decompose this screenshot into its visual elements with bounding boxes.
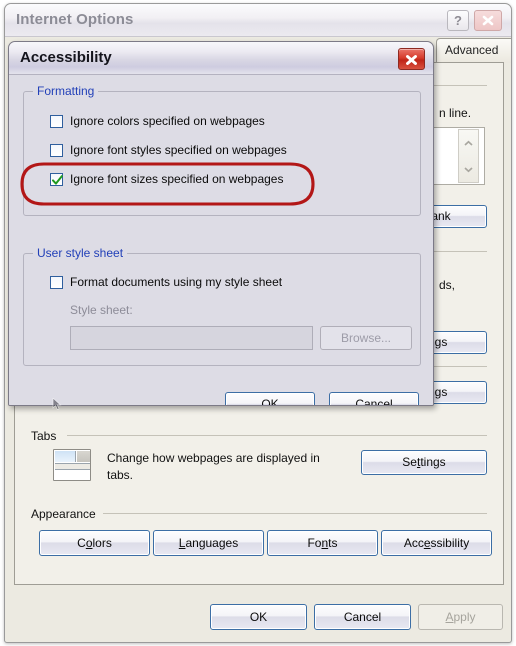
tab-advanced[interactable]: Advanced — [436, 38, 511, 63]
screenshot-root: Internet Options ? Advanced n line. n — [0, 0, 516, 646]
tabs-icon — [53, 449, 91, 481]
tabs-group-line — [67, 435, 487, 436]
accessibility-accel: e — [423, 536, 431, 550]
fonts-button[interactable]: Fonts — [267, 530, 378, 556]
colors-button[interactable]: Colors — [39, 530, 150, 556]
accessibility-suffix: ssibility — [430, 536, 470, 550]
accessibility-dialog-title: Accessibility — [20, 49, 112, 66]
checkbox-label: Ignore font styles specified on webpages — [70, 143, 287, 157]
checkbox-label: Format documents using my style sheet — [70, 275, 283, 289]
tabs-icon-inactive-tab — [77, 451, 90, 462]
languages-button[interactable]: Languages — [153, 530, 264, 556]
tabs-description-line2: tabs. — [107, 468, 134, 482]
spinner-down-button[interactable] — [459, 156, 478, 182]
internet-options-titlebar[interactable]: Internet Options ? — [5, 4, 511, 37]
appearance-group-label: Appearance — [31, 507, 96, 521]
accessibility-dialog: Accessibility Formatting Ignore colors s… — [8, 41, 434, 406]
accessibility-cancel-button[interactable]: Cancel — [329, 392, 419, 405]
accessibility-prefix: Acc — [403, 536, 424, 550]
colors-accel: o — [85, 536, 93, 550]
spinner-up-button[interactable] — [459, 130, 478, 156]
checkbox-label: Ignore font sizes specified on webpages — [70, 172, 284, 186]
checkbox-box[interactable] — [50, 172, 63, 186]
tabs-group-label: Tabs — [31, 429, 57, 443]
accessibility-dialog-body: Formatting Ignore colors specified on we… — [9, 75, 433, 405]
apply-accel: A — [445, 610, 454, 624]
tabs-settings-suffix: tings — [420, 455, 446, 469]
tabs-description-line1: Change how webpages are displayed in — [107, 451, 320, 465]
checkbox-ignore-colors[interactable]: Ignore colors specified on webpages — [50, 114, 265, 128]
browse-button[interactable]: Browse... — [320, 326, 412, 350]
chevron-down-icon — [464, 166, 473, 172]
checkbox-box[interactable] — [50, 114, 63, 128]
close-icon — [406, 55, 417, 65]
user-style-sheet-group-legend: User style sheet — [33, 246, 128, 260]
style-sheet-path-input[interactable] — [70, 326, 313, 350]
checkbox-label: Ignore colors specified on webpages — [70, 114, 265, 128]
home-page-description-partial: n line. — [439, 106, 472, 120]
style-sheet-field-label: Style sheet: — [70, 303, 133, 317]
mouse-cursor-icon — [52, 398, 62, 411]
apply-suffix: pply — [453, 610, 476, 624]
internet-options-cancel-button[interactable]: Cancel — [314, 604, 411, 630]
accessibility-close-button[interactable] — [398, 48, 425, 70]
tabs-icon-active-tab — [55, 451, 76, 462]
accessibility-button[interactable]: Accessibility — [381, 530, 492, 556]
checkbox-ignore-font-sizes[interactable]: Ignore font sizes specified on webpages — [50, 172, 283, 186]
window-close-button[interactable] — [474, 10, 502, 31]
internet-options-title: Internet Options — [16, 11, 134, 28]
formatting-group-legend: Formatting — [33, 84, 99, 98]
checkbox-box[interactable] — [50, 143, 63, 157]
checkmark-icon — [52, 174, 63, 185]
checkbox-format-documents[interactable]: Format documents using my style sheet — [50, 275, 282, 289]
colors-prefix: C — [77, 536, 86, 550]
close-icon — [482, 15, 494, 26]
chevron-up-icon — [464, 140, 473, 146]
fonts-prefix: Fo — [307, 536, 322, 550]
tabs-settings-button[interactable]: Settings — [361, 450, 487, 475]
home-page-spinner[interactable] — [458, 129, 479, 183]
checkbox-box[interactable] — [50, 275, 63, 289]
accessibility-ok-button[interactable]: OK — [225, 392, 315, 405]
tabs-icon-body — [55, 463, 90, 470]
internet-options-apply-button[interactable]: Apply — [418, 604, 503, 630]
internet-options-ok-button[interactable]: OK — [210, 604, 307, 630]
help-icon[interactable]: ? — [447, 10, 469, 31]
fonts-suffix: ts — [328, 536, 338, 550]
tabs-settings-prefix: Se — [402, 455, 417, 469]
browsing-history-description-partial: ds, — [439, 278, 456, 292]
colors-suffix: lors — [92, 536, 112, 550]
appearance-group-line — [103, 513, 487, 514]
languages-suffix: anguages — [185, 536, 239, 550]
accessibility-titlebar[interactable]: Accessibility — [9, 42, 433, 75]
checkbox-ignore-font-styles[interactable]: Ignore font styles specified on webpages — [50, 143, 287, 157]
